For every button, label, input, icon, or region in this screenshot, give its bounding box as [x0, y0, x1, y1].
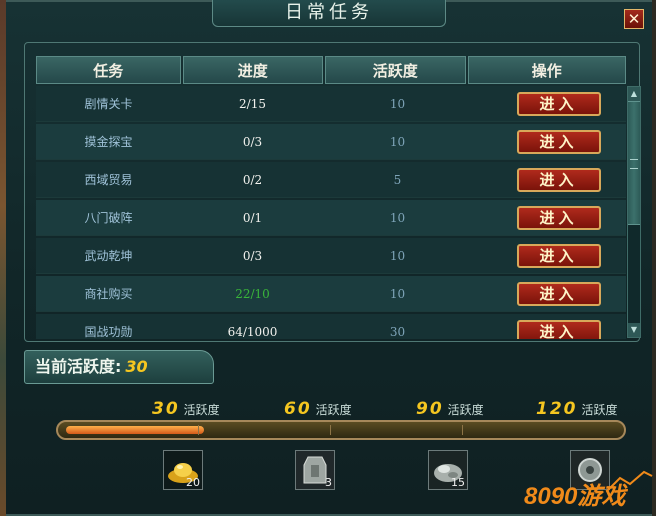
current-activity-label: 当前活跃度:	[35, 357, 122, 376]
task-progress: 0/3	[242, 134, 263, 149]
background-edge	[0, 0, 6, 516]
table-row: 武动乾坤 0/3 10 进入	[36, 238, 626, 274]
enter-button[interactable]: 进入	[516, 129, 601, 154]
header-task: 任务	[36, 56, 181, 84]
enter-button[interactable]: 进入	[516, 167, 601, 192]
task-name: 武动乾坤	[84, 249, 133, 263]
task-progress: 0/3	[242, 248, 263, 263]
enter-button[interactable]: 进入	[516, 91, 601, 116]
reward-90[interactable]: 15	[428, 450, 468, 490]
activity-progress-bar	[56, 420, 626, 440]
table-row: 西域贸易 0/2 5 进入	[36, 162, 626, 198]
task-list: 剧情关卡 2/15 10 进入 摸金探宝 0/3 10 进入 西域贸易 0/2 …	[36, 86, 626, 339]
task-name: 国战功勋	[84, 325, 133, 339]
task-progress: 64/1000	[227, 324, 278, 339]
task-name: 八门破阵	[84, 211, 133, 225]
milestone-60: 60 活跃度	[284, 398, 352, 420]
activity-progress-fill	[66, 426, 204, 434]
milestone-unit: 活跃度	[581, 403, 618, 417]
task-name: 商社购买	[84, 287, 133, 301]
task-progress: 0/1	[242, 210, 263, 225]
watermark-text: 8090游戏	[524, 483, 628, 510]
site-watermark: 8090游戏	[520, 468, 656, 512]
scroll-thumb[interactable]	[628, 101, 640, 225]
bar-divider	[330, 425, 331, 435]
table-row: 剧情关卡 2/15 10 进入	[36, 86, 626, 122]
enter-button[interactable]: 进入	[516, 205, 601, 230]
milestone-value: 90	[416, 399, 444, 419]
scroll-down-icon[interactable]: ▼	[628, 323, 640, 337]
current-activity: 当前活跃度: 30	[24, 350, 214, 384]
task-activity: 30	[389, 324, 406, 339]
task-name: 剧情关卡	[84, 97, 133, 111]
task-activity: 10	[389, 210, 406, 225]
milestone-30: 30 活跃度	[152, 398, 220, 420]
table-row: 八门破阵 0/1 10 进入	[36, 200, 626, 236]
milestone-value: 120	[536, 399, 578, 419]
table-row: 国战功勋 64/1000 30 进入	[36, 314, 626, 339]
milestone-value: 60	[284, 399, 312, 419]
enter-button[interactable]: 进入	[516, 243, 601, 268]
window-title: 日常任务	[212, 0, 446, 27]
milestone-unit: 活跃度	[183, 403, 220, 417]
milestone-unit: 活跃度	[315, 403, 352, 417]
enter-button[interactable]: 进入	[516, 281, 601, 306]
task-list-scrollbar[interactable]: ▲ ▼	[627, 86, 641, 338]
task-activity: 10	[389, 96, 406, 111]
grip-icon	[630, 159, 638, 169]
reward-30[interactable]: 20	[163, 450, 203, 490]
task-name: 摸金探宝	[84, 135, 133, 149]
reward-60[interactable]: 3	[295, 450, 335, 490]
scroll-up-icon[interactable]: ▲	[628, 87, 640, 101]
table-header: 任务 进度 活跃度 操作	[36, 56, 628, 84]
milestone-value: 30	[152, 399, 180, 419]
watermark-logo: 8090游戏	[524, 470, 653, 510]
close-button[interactable]: ✕	[624, 9, 644, 29]
header-action: 操作	[467, 56, 626, 84]
task-activity: 10	[389, 134, 406, 149]
enter-button[interactable]: 进入	[516, 319, 601, 339]
milestone-90: 90 活跃度	[416, 398, 484, 420]
milestone-120: 120 活跃度	[536, 398, 618, 420]
current-activity-value: 30	[125, 357, 148, 376]
task-name: 西域贸易	[84, 173, 133, 187]
task-activity: 10	[389, 248, 406, 263]
table-row: 摸金探宝 0/3 10 进入	[36, 124, 626, 160]
header-progress: 进度	[182, 56, 324, 84]
reward-count: 20	[186, 476, 200, 489]
task-activity: 5	[393, 172, 402, 187]
task-progress: 2/15	[239, 96, 266, 111]
header-activity: 活跃度	[325, 56, 466, 84]
bar-divider	[462, 425, 463, 435]
milestone-unit: 活跃度	[447, 403, 484, 417]
table-row: 商社购买 22/10 10 进入	[36, 276, 626, 312]
background-edge-right	[652, 0, 656, 516]
task-progress: 0/2	[242, 172, 263, 187]
task-activity: 10	[389, 286, 406, 301]
task-progress: 22/10	[235, 286, 270, 301]
reward-count: 15	[451, 476, 465, 489]
bar-divider	[198, 425, 199, 435]
reward-count: 3	[325, 476, 332, 489]
